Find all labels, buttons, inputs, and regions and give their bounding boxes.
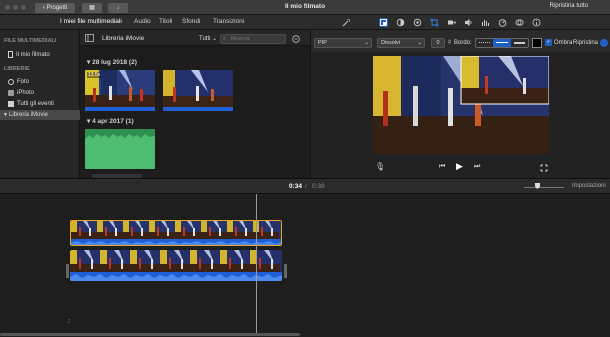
sidebar-item-imovie-library[interactable]: ▼ Libreria iMovie	[0, 110, 80, 120]
filter-dropdown[interactable]: Tutti ⌄	[199, 35, 217, 42]
trim-handle-right[interactable]	[284, 264, 287, 278]
browser-toolbar: Libreria iMovie Tutti ⌄ ⌕ Ricerca	[80, 30, 310, 46]
iphoto-icon	[8, 90, 14, 96]
disclosure-triangle-icon[interactable]: ▼	[3, 110, 8, 120]
top-toolbar: I miei file multimediali Audio Titoli Sf…	[0, 15, 610, 30]
zoom-slider-thumb[interactable]	[535, 183, 540, 189]
fullscreen-icon[interactable]	[540, 164, 548, 172]
tab-transitions[interactable]: Transizioni	[213, 18, 244, 25]
border-style-segmented	[475, 38, 529, 48]
equalizer-icon[interactable]	[481, 18, 490, 27]
overlay-clip-selected[interactable]	[70, 220, 282, 246]
clip-duration-badge: 13.5s	[87, 72, 102, 78]
total-time: 0:38	[312, 183, 325, 190]
time-separator: /	[305, 183, 307, 190]
transition-select[interactable]: Dissolvi ⌄	[377, 38, 425, 48]
clip-appearance-icon[interactable]	[292, 35, 300, 43]
media-browser: Libreria iMovie Tutti ⌄ ⌕ Ricerca ▾ 28 l…	[80, 30, 310, 178]
main-clip[interactable]	[70, 250, 282, 281]
library-title: Libreria iMovie	[102, 35, 145, 42]
video-overlay-icon[interactable]	[379, 18, 388, 27]
crop-icon[interactable]	[430, 18, 439, 27]
sidebar-toggle-icon[interactable]	[85, 34, 94, 42]
settings-button[interactable]: Impostazioni	[572, 183, 606, 189]
timeline: ♫	[0, 194, 610, 337]
duration-field[interactable]: 0	[431, 38, 445, 48]
checkmark-icon: ✓	[546, 39, 551, 45]
event-group-2017[interactable]: ▾ 4 apr 2017 (1)	[87, 117, 134, 125]
overlay-style-select[interactable]: PIP ⌄	[314, 38, 372, 48]
video-preview[interactable]	[373, 56, 549, 154]
sidebar-section-media: FILE MULTIMEDIALI	[4, 38, 57, 44]
chevron-down-icon: ⌄	[212, 36, 218, 42]
title-bar: ‹ Progetti ▦ ↓ Il mio filmato Ripristina…	[0, 0, 610, 15]
speed-icon[interactable]	[498, 18, 507, 27]
reset-indicator-icon[interactable]	[600, 39, 608, 47]
current-time: 0:34	[289, 183, 303, 190]
stabilization-icon[interactable]	[447, 18, 456, 27]
trim-handle-left[interactable]	[66, 264, 69, 278]
main-clip-filmstrip	[70, 250, 282, 281]
film-icon	[8, 51, 13, 58]
sidebar-item-all-events[interactable]: Tutti gli eventi	[0, 99, 80, 109]
media-clip[interactable]: 13.5s	[85, 70, 155, 111]
viewer-panel: PIP ⌄ Dissolvi ⌄ 0 ⇳ Bordo: ✓ Ombra Ripris…	[310, 30, 610, 178]
libraries-sidebar: FILE MULTIMEDIALI Il mio filmato LIBRERI…	[0, 30, 80, 178]
volume-icon[interactable]	[464, 18, 473, 27]
magic-wand-icon[interactable]	[342, 18, 351, 27]
filter-icon[interactable]	[515, 18, 524, 27]
color-balance-icon[interactable]	[396, 18, 405, 27]
shadow-checkbox[interactable]: ✓	[545, 39, 552, 46]
chevron-down-icon: ⌄	[417, 40, 422, 46]
border-color-swatch[interactable]	[532, 38, 542, 48]
window-title: Il mio filmato	[284, 3, 326, 10]
sidebar-section-libraries: LIBRERIE	[4, 66, 30, 72]
media-clip[interactable]	[163, 70, 233, 111]
event-group-2018[interactable]: ▾ 28 lug 2018 (2)	[87, 58, 137, 66]
tab-backgrounds[interactable]: Sfondi	[182, 18, 200, 25]
photos-icon	[8, 79, 14, 85]
reset-button[interactable]: Ripristina	[573, 40, 598, 46]
music-note-icon: ♫	[66, 318, 72, 325]
search-input[interactable]: ⌕ Ricerca	[220, 34, 286, 44]
audio-waveform	[85, 129, 155, 169]
search-icon: ⌕	[223, 36, 227, 42]
zoom-stepper-icon[interactable]: ⇳	[447, 39, 452, 46]
sidebar-item-photos[interactable]: Foto	[0, 77, 80, 87]
border-thin-option[interactable]	[493, 39, 511, 47]
border-thick-option[interactable]	[511, 39, 528, 47]
border-none-option[interactable]	[476, 39, 493, 47]
sidebar-item-iphoto[interactable]: iPhoto	[0, 88, 80, 98]
timeline-header: 0:34 / 0:38 Impostazioni	[0, 178, 610, 194]
shadow-label: Ombra	[554, 40, 573, 46]
playhead[interactable]	[256, 194, 257, 334]
zoom-slider[interactable]	[524, 187, 564, 188]
skip-back-icon[interactable]: ⏮︎	[439, 163, 445, 171]
tab-my-media[interactable]: I miei file multimediali	[60, 18, 122, 25]
clip-thumbnail	[163, 70, 233, 111]
preview-frame	[373, 56, 549, 154]
sidebar-item-project[interactable]: Il mio filmato	[0, 50, 80, 60]
overlay-controls: PIP ⌄ Dissolvi ⌄ 0 ⇳ Bordo: ✓ Ombra Ripris…	[311, 30, 610, 52]
microphone-icon[interactable]: 🎙︎	[375, 162, 385, 171]
color-correction-icon[interactable]	[413, 18, 422, 27]
play-icon[interactable]: ▶	[456, 161, 463, 172]
chevron-down-icon: ⌄	[364, 40, 369, 46]
audio-clip[interactable]	[85, 129, 155, 169]
overlay-clip-filmstrip	[71, 221, 281, 245]
info-icon[interactable]	[532, 18, 541, 27]
timeline-scrollbar[interactable]	[0, 333, 300, 336]
border-label: Bordo:	[454, 40, 472, 46]
reset-all-button[interactable]: Ripristina tutto	[550, 3, 588, 9]
tab-titles[interactable]: Titoli	[159, 18, 172, 25]
tab-audio[interactable]: Audio	[134, 18, 151, 25]
star-icon	[8, 101, 14, 107]
skip-forward-icon[interactable]: ⏭︎	[474, 163, 480, 171]
